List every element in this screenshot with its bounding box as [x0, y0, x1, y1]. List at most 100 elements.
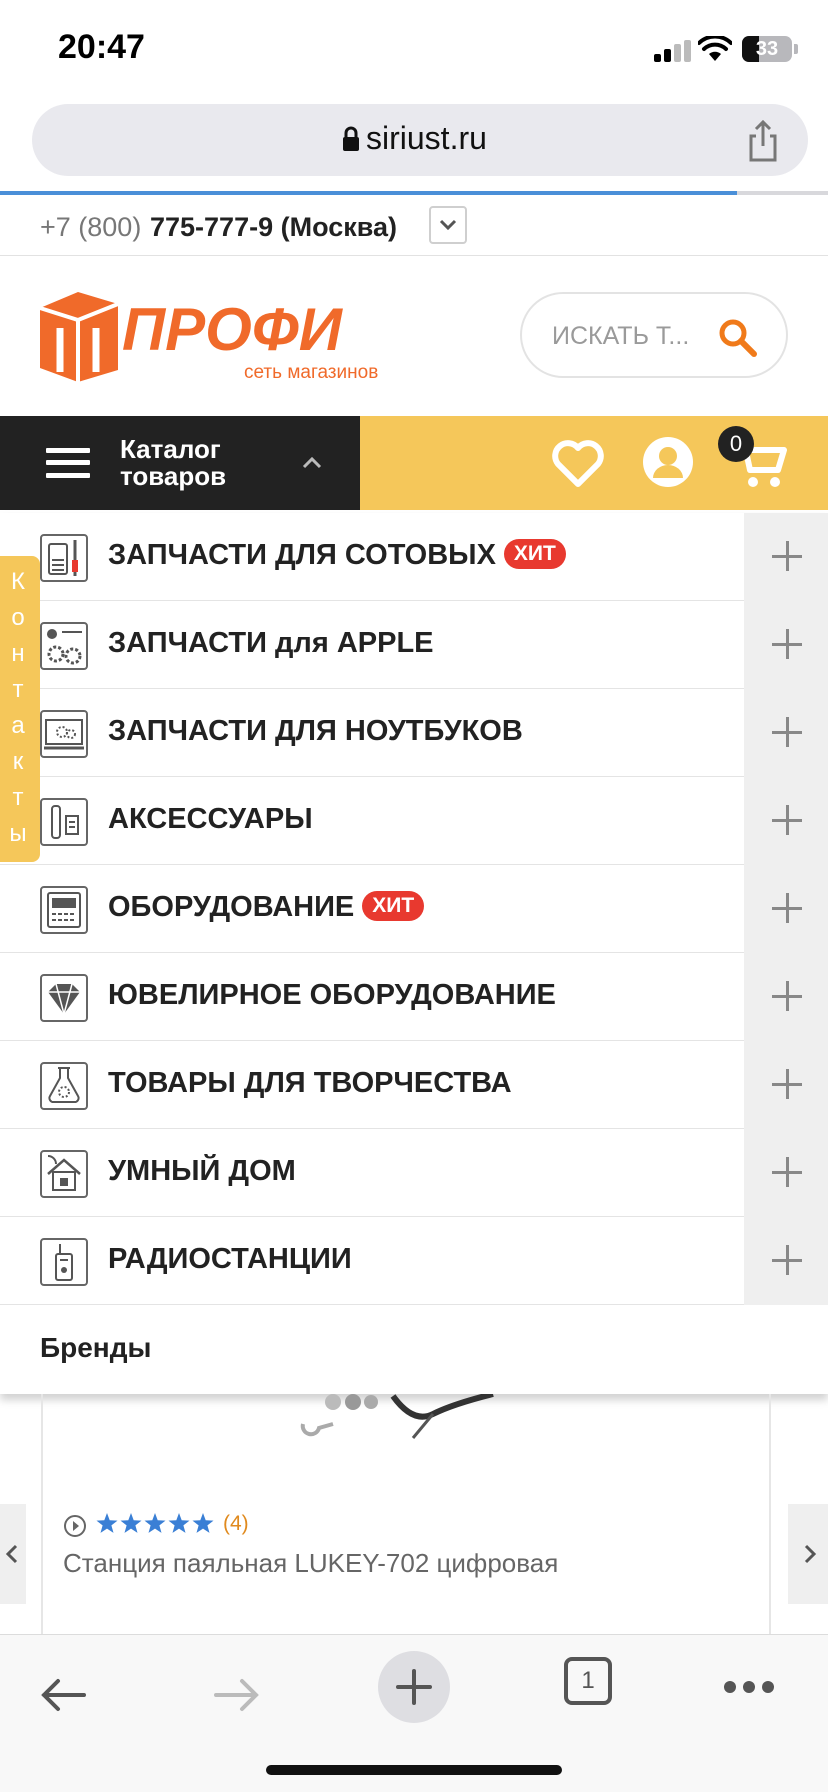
menu-item[interactable]: ЮВЕЛИРНОЕ ОБОРУДОВАНИЕ: [0, 953, 828, 1041]
contacts-letter: К: [11, 568, 25, 595]
address-bar[interactable]: siriust.ru: [32, 104, 808, 176]
lock-icon: [343, 126, 359, 151]
wifi-icon: [698, 36, 732, 61]
menu-item-label: ЗАПЧАСТИ ДЛЯ НОУТБУКОВ: [108, 715, 523, 747]
status-bar: 20:47 33: [0, 0, 828, 100]
new-tab-button[interactable]: [378, 1651, 450, 1723]
expand-button[interactable]: [744, 953, 828, 1041]
url-text: siriust.ru: [366, 120, 487, 156]
search-input[interactable]: ИСКАТЬ Т...: [520, 292, 788, 378]
contacts-letter: н: [11, 640, 25, 667]
battery-level: 33: [755, 38, 779, 60]
smart-home-icon: [40, 1150, 88, 1198]
menu-item[interactable]: ЗАПЧАСТИ ДЛЯ СОТОВЫХ ХИТ: [0, 513, 828, 601]
cellular-signal-icon: [654, 40, 691, 62]
menu-item[interactable]: УМНЫЙ ДОМ: [0, 1129, 828, 1217]
expand-button[interactable]: [744, 1129, 828, 1217]
hit-badge: ХИТ: [362, 891, 425, 921]
equipment-icon: [40, 886, 88, 934]
back-arrow-icon[interactable]: [38, 1677, 88, 1713]
contacts-letter: о: [11, 604, 25, 631]
expand-button[interactable]: [744, 689, 828, 777]
star-icon: [120, 1513, 142, 1533]
menu-item-label: ЗАПЧАСТИ ДЛЯ СОТОВЫХ ХИТ: [108, 539, 566, 572]
laptop-parts-icon: [40, 710, 88, 758]
chevron-right-icon: [804, 1544, 817, 1564]
home-indicator: [266, 1765, 562, 1775]
contacts-letter: т: [12, 784, 24, 811]
search-placeholder: ИСКАТЬ Т...: [552, 322, 690, 350]
menu-item[interactable]: ЗАПЧАСТИ для APPLE: [0, 601, 828, 689]
expand-button[interactable]: [744, 601, 828, 689]
expand-button[interactable]: [744, 513, 828, 601]
chevron-down-icon: [439, 219, 457, 231]
apple-parts-icon: [40, 622, 88, 670]
product-card[interactable]: (4) Станция паяльная LUKEY-702 цифровая: [41, 1394, 771, 1634]
expand-button[interactable]: [744, 777, 828, 865]
menu-item-label: ЗАПЧАСТИ для APPLE: [108, 627, 434, 659]
forward-arrow-icon[interactable]: [212, 1677, 262, 1713]
menu-item[interactable]: АКСЕССУАРЫ: [0, 777, 828, 865]
catalog-toggle[interactable]: Каталог товаров: [0, 416, 360, 510]
menu-item-label: ОБОРУДОВАНИЕ ХИТ: [108, 891, 425, 924]
battery-nub: [794, 44, 798, 54]
carousel-prev-button[interactable]: [0, 1504, 26, 1604]
menu-item-label: ЮВЕЛИРНОЕ ОБОРУДОВАНИЕ: [108, 979, 556, 1011]
phone-prefix: +7 (800): [40, 212, 142, 242]
plus-icon: [396, 1669, 432, 1705]
phone-row: +7 (800) 775-777-9 (Москва): [0, 200, 828, 256]
contacts-letter: ы: [9, 820, 27, 847]
star-icon: [192, 1513, 214, 1533]
cart-count-badge: 0: [718, 426, 754, 462]
site-logo[interactable]: ПРОФИ сеть магазинов: [38, 288, 418, 382]
contacts-letter: т: [12, 676, 24, 703]
search-icon[interactable]: [716, 316, 758, 358]
star-icon: [96, 1513, 118, 1533]
share-icon[interactable]: [742, 120, 784, 162]
video-play-icon[interactable]: [63, 1514, 87, 1538]
review-count[interactable]: (4): [223, 1512, 249, 1536]
contacts-letter: к: [12, 748, 24, 775]
brands-link[interactable]: Бренды: [40, 1332, 151, 1364]
user-account-icon[interactable]: [642, 436, 694, 488]
accessories-icon: [40, 798, 88, 846]
phone-dropdown-button[interactable]: [429, 206, 467, 244]
nav-actions: 0: [360, 416, 828, 510]
tab-switcher-button[interactable]: 1: [564, 1657, 612, 1705]
menu-burger-icon: [46, 448, 90, 478]
page-load-progress: [0, 191, 828, 195]
phone-parts-icon: [40, 534, 88, 582]
browser-toolbar: 1: [0, 1634, 828, 1792]
carousel-next-button[interactable]: [788, 1504, 828, 1604]
diamond-icon: [40, 974, 88, 1022]
hit-badge: ХИТ: [503, 539, 566, 569]
menu-item-label: АКСЕССУАРЫ: [108, 803, 313, 835]
product-image[interactable]: [293, 1394, 513, 1444]
battery-icon: 33: [742, 36, 792, 62]
catalog-menu: ЗАПЧАСТИ ДЛЯ СОТОВЫХ ХИТ ЗАПЧАСТИ для APP…: [0, 513, 828, 1394]
menu-item-label: РАДИОСТАНЦИИ: [108, 1243, 352, 1275]
menu-item[interactable]: ЗАПЧАСТИ ДЛЯ НОУТБУКОВ: [0, 689, 828, 777]
menu-item[interactable]: ТОВАРЫ ДЛЯ ТВОРЧЕСТВА: [0, 1041, 828, 1129]
logo-tagline: сеть магазинов: [244, 362, 378, 382]
heart-icon[interactable]: [552, 438, 604, 488]
rating-stars: [96, 1513, 214, 1533]
menu-item[interactable]: ОБОРУДОВАНИЕ ХИТ: [0, 865, 828, 953]
crafts-icon: [40, 1062, 88, 1110]
contacts-side-tab[interactable]: К о н т а к т ы: [0, 556, 40, 862]
more-options-icon[interactable]: [724, 1681, 774, 1693]
menu-item-label: УМНЫЙ ДОМ: [108, 1155, 296, 1187]
contacts-letter: а: [11, 712, 25, 739]
logo-wordmark: ПРОФИ: [122, 296, 344, 363]
menu-item-label: ТОВАРЫ ДЛЯ ТВОРЧЕСТВА: [108, 1067, 512, 1099]
expand-button[interactable]: [744, 865, 828, 953]
menu-item[interactable]: РАДИОСТАНЦИИ: [0, 1217, 828, 1305]
product-name[interactable]: Станция паяльная LUKEY-702 цифровая: [63, 1548, 558, 1579]
expand-button[interactable]: [744, 1217, 828, 1305]
page-load-progress-fill: [0, 191, 737, 195]
status-time: 20:47: [58, 28, 145, 66]
phone-number[interactable]: 775-777-9 (Москва): [150, 212, 397, 243]
radio-icon: [40, 1238, 88, 1286]
star-icon: [144, 1513, 166, 1533]
expand-button[interactable]: [744, 1041, 828, 1129]
